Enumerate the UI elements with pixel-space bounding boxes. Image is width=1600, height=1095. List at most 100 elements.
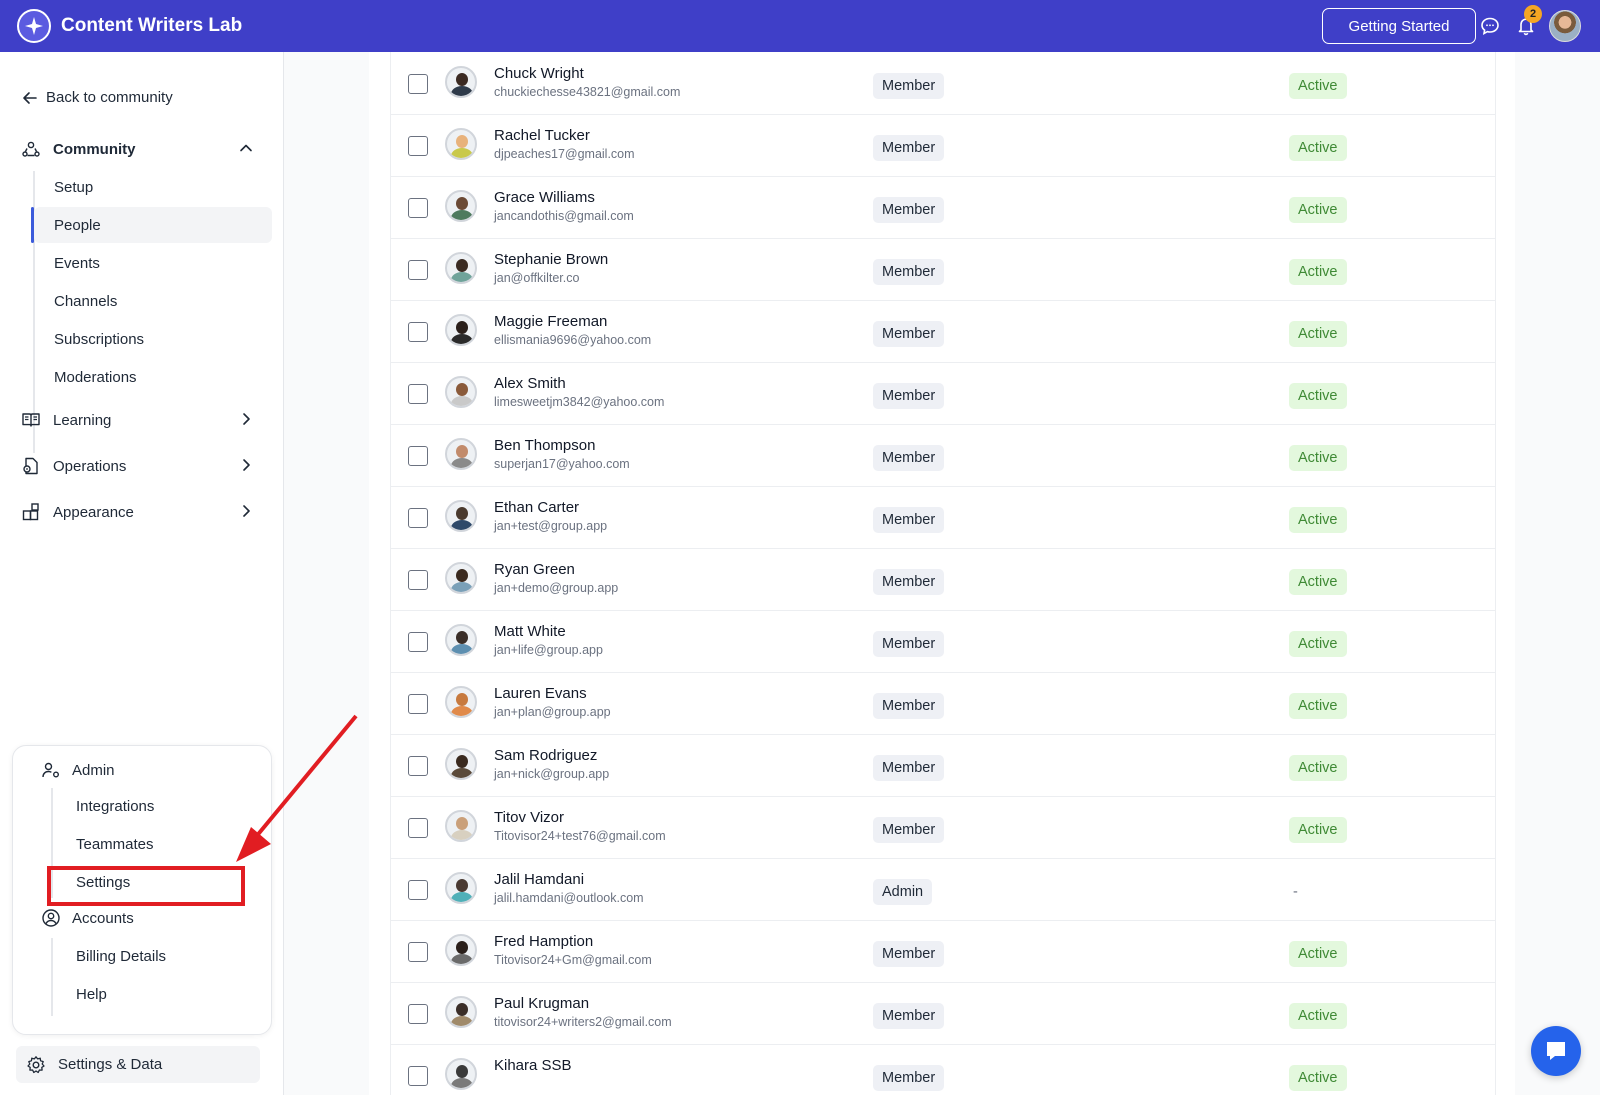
role-badge: Member bbox=[873, 197, 945, 223]
operations-section-toggle[interactable]: Operations bbox=[20, 454, 262, 478]
book-icon bbox=[20, 409, 42, 431]
accounts-label: Accounts bbox=[72, 909, 134, 927]
admin-item-integrations[interactable]: Integrations bbox=[76, 788, 154, 824]
members-table: Chuck Wright chuckiechesse43821@gmail.com… bbox=[390, 52, 1496, 1095]
row-checkbox[interactable] bbox=[408, 694, 428, 714]
row-checkbox[interactable] bbox=[408, 260, 428, 280]
learning-section-toggle[interactable]: Learning bbox=[20, 408, 262, 432]
member-name[interactable]: Lauren Evans bbox=[494, 685, 587, 702]
avatar bbox=[445, 376, 477, 408]
row-checkbox[interactable] bbox=[408, 880, 428, 900]
accounts-section[interactable]: Accounts bbox=[40, 906, 134, 930]
table-row[interactable]: Fred Hamption Titovisor24+Gm@gmail.com Mem… bbox=[391, 920, 1495, 983]
role-badge: Member bbox=[873, 941, 945, 967]
row-checkbox[interactable] bbox=[408, 570, 428, 590]
member-name[interactable]: Ben Thompson bbox=[494, 437, 595, 454]
member-name[interactable]: Alex Smith bbox=[494, 375, 566, 392]
member-email: superjan17@yahoo.com bbox=[494, 457, 630, 471]
table-row[interactable]: Titov Vizor Titovisor24+test76@gmail.com M… bbox=[391, 796, 1495, 859]
member-name[interactable]: Sam Rodriguez bbox=[494, 747, 597, 764]
row-checkbox[interactable] bbox=[408, 942, 428, 962]
row-checkbox[interactable] bbox=[408, 1066, 428, 1086]
member-name[interactable]: Titov Vizor bbox=[494, 809, 564, 826]
row-checkbox[interactable] bbox=[408, 632, 428, 652]
avatar bbox=[445, 1058, 477, 1090]
member-email: jancandothis@gmail.com bbox=[494, 209, 634, 223]
sidebar-item-subscriptions[interactable]: Subscriptions bbox=[34, 321, 272, 357]
table-row[interactable]: Grace Williams jancandothis@gmail.com Memb… bbox=[391, 176, 1495, 239]
back-to-community-label: Back to community bbox=[46, 89, 173, 106]
avatar bbox=[445, 438, 477, 470]
back-to-community-link[interactable]: Back to community bbox=[22, 89, 173, 106]
settings-and-data-label: Settings & Data bbox=[58, 1056, 163, 1073]
sidebar-item-channels[interactable]: Channels bbox=[34, 283, 272, 319]
row-checkbox[interactable] bbox=[408, 446, 428, 466]
appearance-section-toggle[interactable]: Appearance bbox=[20, 500, 262, 524]
notification-count-badge: 2 bbox=[1524, 5, 1542, 23]
avatar bbox=[445, 996, 477, 1028]
member-name[interactable]: Grace Williams bbox=[494, 189, 595, 206]
arrow-left-icon bbox=[22, 90, 38, 106]
row-checkbox[interactable] bbox=[408, 198, 428, 218]
role-badge: Member bbox=[873, 631, 945, 657]
table-row[interactable]: Stephanie Brown jan@offkilter.co Member Act… bbox=[391, 238, 1495, 301]
admin-item-teammates[interactable]: Teammates bbox=[76, 826, 154, 862]
learning-label: Learning bbox=[53, 411, 112, 429]
role-badge: Admin bbox=[873, 879, 933, 905]
member-name[interactable]: Maggie Freeman bbox=[494, 313, 607, 330]
row-checkbox[interactable] bbox=[408, 1004, 428, 1024]
table-row[interactable]: Rachel Tucker djpeaches17@gmail.com Member… bbox=[391, 114, 1495, 177]
sidebar-item-people[interactable]: People bbox=[31, 207, 272, 243]
sidebar-item-moderations[interactable]: Moderations bbox=[34, 359, 272, 395]
member-name[interactable]: Stephanie Brown bbox=[494, 251, 608, 268]
accounts-item-billing-details[interactable]: Billing Details bbox=[76, 938, 166, 974]
app-title[interactable]: Content Writers Lab bbox=[61, 15, 242, 37]
sidebar-item-setup[interactable]: Setup bbox=[34, 169, 272, 205]
member-name[interactable]: Ryan Green bbox=[494, 561, 575, 578]
member-name[interactable]: Kihara SSB bbox=[494, 1057, 572, 1074]
row-checkbox[interactable] bbox=[408, 136, 428, 156]
row-checkbox[interactable] bbox=[408, 322, 428, 342]
member-email: limesweetjm3842@yahoo.com bbox=[494, 395, 665, 409]
row-checkbox[interactable] bbox=[408, 756, 428, 776]
member-name[interactable]: Jalil Hamdani bbox=[494, 871, 584, 888]
member-name[interactable]: Ethan Carter bbox=[494, 499, 579, 516]
table-row[interactable]: Paul Krugman titovisor24+writers2@gmail.c… bbox=[391, 982, 1495, 1045]
admin-section[interactable]: Admin bbox=[40, 758, 115, 782]
member-name[interactable]: Paul Krugman bbox=[494, 995, 589, 1012]
row-checkbox[interactable] bbox=[408, 508, 428, 528]
user-avatar[interactable] bbox=[1549, 10, 1581, 42]
table-row[interactable]: Maggie Freeman ellismania9696@yahoo.com Me… bbox=[391, 300, 1495, 363]
row-checkbox[interactable] bbox=[408, 384, 428, 404]
table-row[interactable]: Ryan Green jan+demo@group.app Member Active bbox=[391, 548, 1495, 611]
table-row[interactable]: Kihara SSB Member Active bbox=[391, 1044, 1495, 1095]
community-section-toggle[interactable]: Community bbox=[20, 137, 262, 161]
table-row[interactable]: Jalil Hamdani jalil.hamdani@outlook.com Ad… bbox=[391, 858, 1495, 921]
status-badge: Active bbox=[1289, 507, 1347, 533]
table-row[interactable]: Lauren Evans jan+plan@group.app Member Acti… bbox=[391, 672, 1495, 735]
table-row[interactable]: Chuck Wright chuckiechesse43821@gmail.com… bbox=[391, 52, 1495, 115]
table-row[interactable]: Matt White jan+life@group.app Member Active bbox=[391, 610, 1495, 673]
role-badge: Member bbox=[873, 1003, 945, 1029]
member-name[interactable]: Chuck Wright bbox=[494, 65, 584, 82]
row-checkbox[interactable] bbox=[408, 74, 428, 94]
table-row[interactable]: Ethan Carter jan+test@group.app Member Acti… bbox=[391, 486, 1495, 549]
member-name[interactable]: Matt White bbox=[494, 623, 566, 640]
getting-started-button[interactable]: Getting Started bbox=[1322, 8, 1476, 44]
member-name[interactable]: Fred Hamption bbox=[494, 933, 593, 950]
app-logo-icon[interactable] bbox=[17, 9, 51, 43]
role-badge: Member bbox=[873, 445, 945, 471]
member-name[interactable]: Rachel Tucker bbox=[494, 127, 590, 144]
role-badge: Member bbox=[873, 755, 945, 781]
settings-and-data-button[interactable]: Settings & Data bbox=[16, 1046, 260, 1083]
accounts-item-help[interactable]: Help bbox=[76, 976, 107, 1012]
table-row[interactable]: Sam Rodriguez jan+nick@group.app Member Act… bbox=[391, 734, 1495, 797]
chat-bubble-icon[interactable] bbox=[1478, 14, 1502, 38]
table-row[interactable]: Alex Smith limesweetjm3842@yahoo.com Membe… bbox=[391, 362, 1495, 425]
table-row[interactable]: Ben Thompson superjan17@yahoo.com Member Ac… bbox=[391, 424, 1495, 487]
status-badge: Active bbox=[1289, 197, 1347, 223]
sidebar-item-events[interactable]: Events bbox=[34, 245, 272, 281]
chat-support-button[interactable] bbox=[1531, 1026, 1581, 1076]
row-checkbox[interactable] bbox=[408, 818, 428, 838]
avatar bbox=[445, 252, 477, 284]
